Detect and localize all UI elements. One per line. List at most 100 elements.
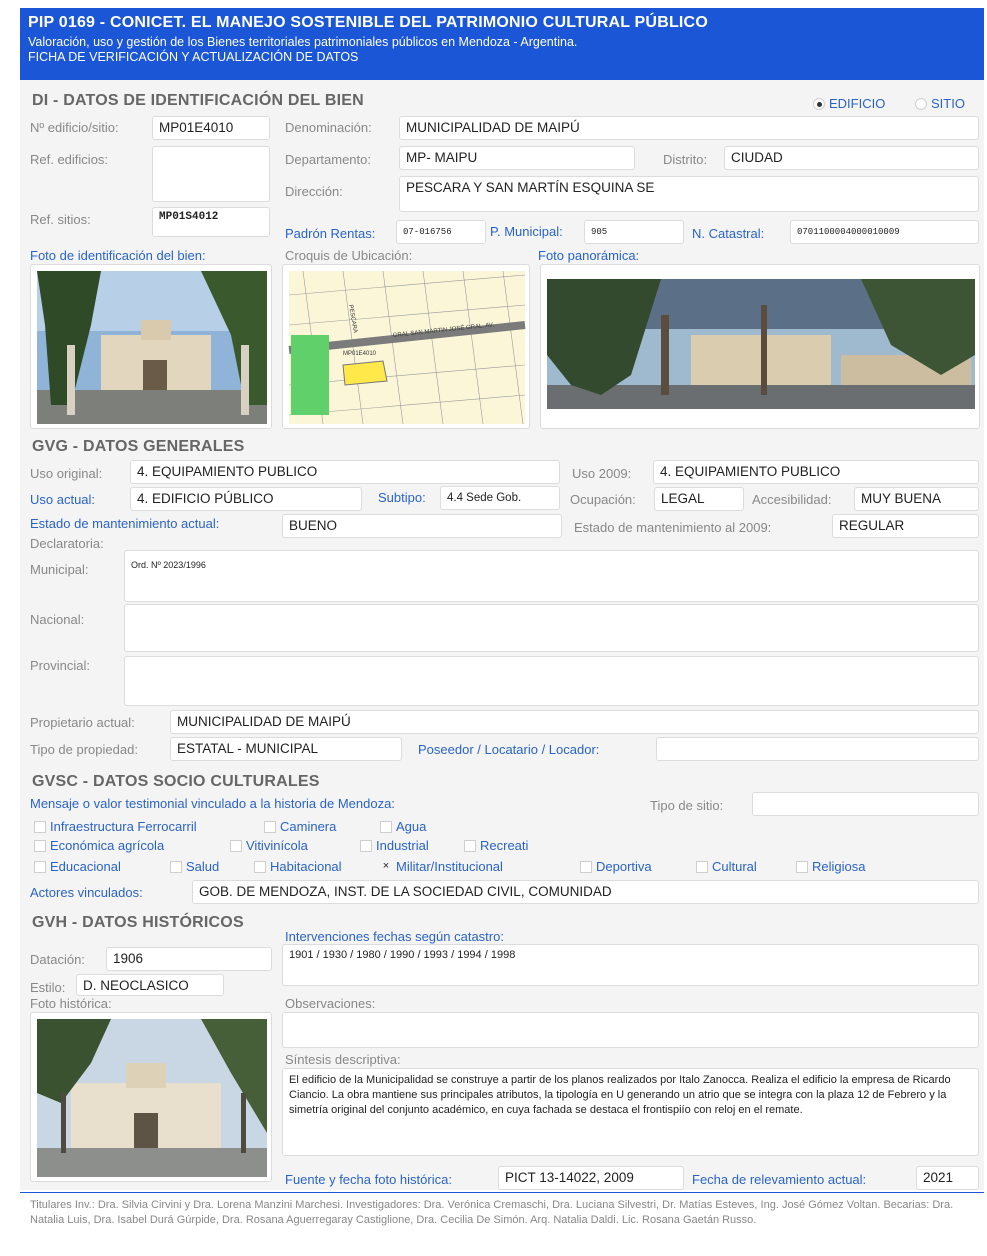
checkbox-box bbox=[580, 860, 592, 873]
checkbox-militar-institucional[interactable]: × Militar/Institucional bbox=[380, 859, 503, 874]
tipo-sitio-field[interactable] bbox=[752, 792, 979, 816]
intervenciones-field[interactable]: 1901 / 1930 / 1980 / 1990 / 1993 / 1994 … bbox=[282, 944, 979, 986]
checkbox-label: Salud bbox=[186, 859, 220, 874]
datacion-label: Datación: bbox=[30, 952, 85, 967]
radio-dot bbox=[915, 97, 927, 110]
uso-actual-field[interactable]: 4. EDIFICIO PÚBLICO bbox=[130, 487, 362, 511]
provincial-field[interactable] bbox=[124, 656, 979, 706]
observaciones-label: Observaciones: bbox=[285, 996, 376, 1011]
ocupacion-label: Ocupación: bbox=[570, 492, 636, 507]
fecha-relevamiento-field[interactable]: 2021 bbox=[916, 1166, 979, 1190]
checkbox-industrial[interactable]: Industrial bbox=[360, 838, 429, 853]
location-map-icon: MP01E4010 GRAL SAN MARTIN JOSÉ GRAL. AV.… bbox=[288, 270, 526, 425]
edificio-label: Nº edificio/sitio: bbox=[30, 120, 119, 135]
denominacion-field[interactable]: MUNICIPALIDAD DE MAIPÚ bbox=[399, 116, 979, 140]
checkbox-label: Infraestructura Ferrocarril bbox=[50, 819, 197, 834]
actores-label: Actores vinculados: bbox=[30, 885, 143, 900]
municipal-decl-field[interactable]: Ord. Nº 2023/1996 bbox=[124, 550, 979, 602]
municipal-decl-label: Municipal: bbox=[30, 562, 89, 577]
croquis-label: Croquis de Ubicación: bbox=[285, 248, 413, 263]
ocupacion-field[interactable]: LEGAL bbox=[654, 487, 744, 511]
checkbox-box bbox=[254, 860, 266, 873]
checkbox-religiosa[interactable]: Religiosa bbox=[796, 859, 865, 874]
checkbox-recreativa[interactable]: Recreati bbox=[464, 838, 528, 853]
datacion-field[interactable]: 1906 bbox=[106, 947, 272, 971]
estilo-label: Estilo: bbox=[30, 980, 66, 995]
checkbox-label: Agua bbox=[396, 819, 427, 834]
propietario-field[interactable]: MUNICIPALIDAD DE MAIPÚ bbox=[170, 710, 979, 734]
accesibilidad-label: Accesibilidad: bbox=[752, 492, 832, 507]
actores-field[interactable]: GOB. DE MENDOZA, INST. DE LA SOCIEDAD CI… bbox=[192, 880, 979, 904]
checkbox-box bbox=[34, 839, 46, 852]
fuente-field[interactable]: PICT 13-14022, 2009 bbox=[498, 1166, 684, 1190]
radio-edificio[interactable]: EDIFICIO bbox=[813, 96, 885, 111]
accesibilidad-field[interactable]: MUY BUENA bbox=[854, 487, 979, 511]
padron-field[interactable]: 07-016756 bbox=[396, 220, 486, 244]
declaratoria-label: Declaratoria: bbox=[30, 536, 104, 551]
form-title: PIP 0169 - CONICET. EL MANEJO SOSTENIBLE… bbox=[28, 14, 708, 31]
direccion-field[interactable]: PESCARA Y SAN MARTÍN ESQUINA SE bbox=[399, 176, 979, 212]
checkbox-deportiva[interactable]: Deportiva bbox=[580, 859, 652, 874]
historic-photo-icon bbox=[37, 1019, 267, 1177]
estado-2009-field[interactable]: REGULAR bbox=[832, 514, 979, 538]
propietario-label: Propietario actual: bbox=[30, 715, 135, 730]
distrito-field[interactable]: CIUDAD bbox=[724, 146, 979, 170]
checkbox-agua[interactable]: Agua bbox=[380, 819, 426, 834]
provincial-label: Provincial: bbox=[30, 658, 90, 673]
checkbox-checked-x-icon: × bbox=[382, 859, 390, 872]
tipo-sitio-label: Tipo de sitio: bbox=[650, 798, 724, 813]
checkbox-label: Educacional bbox=[50, 859, 121, 874]
uso-original-field[interactable]: 4. EQUIPAMIENTO PUBLICO bbox=[130, 460, 560, 484]
tipo-propiedad-label: Tipo de propiedad: bbox=[30, 742, 138, 757]
radio-sitio[interactable]: SITIO bbox=[915, 96, 965, 111]
section-title-gvg: GVG - DATOS GENERALES bbox=[32, 438, 245, 455]
departamento-field[interactable]: MP- MAIPU bbox=[399, 146, 635, 170]
checkbox-box bbox=[796, 860, 808, 873]
foto-historica-label: Foto histórica: bbox=[30, 996, 112, 1011]
checkbox-habitacional[interactable]: Habitacional bbox=[254, 859, 342, 874]
section-title-di: DI - DATOS DE IDENTIFICACIÓN DEL BIEN bbox=[32, 92, 364, 109]
checkbox-box bbox=[264, 820, 276, 833]
tipo-propiedad-field[interactable]: ESTATAL - MUNICIPAL bbox=[170, 737, 402, 761]
checkbox-label: Caminera bbox=[280, 819, 337, 834]
nacional-label: Nacional: bbox=[30, 612, 85, 627]
subtipo-field[interactable]: 4.4 Sede Gob. bbox=[440, 486, 560, 510]
uso-actual-label: Uso actual: bbox=[30, 492, 96, 507]
municipal-padron-field[interactable]: 905 bbox=[584, 220, 684, 244]
checkbox-box bbox=[34, 860, 46, 873]
radio-dot-selected bbox=[813, 97, 825, 110]
catastral-field[interactable]: 0701100004000010009 bbox=[790, 220, 979, 244]
checkbox-caminera[interactable]: Caminera bbox=[264, 819, 336, 834]
ref-edificios-label: Ref. edificios: bbox=[30, 152, 109, 167]
ref-sitios-label: Ref. sitios: bbox=[30, 212, 91, 227]
checkbox-educacional[interactable]: Educacional bbox=[34, 859, 121, 874]
poseedor-field[interactable] bbox=[656, 737, 979, 761]
checkbox-cultural[interactable]: Cultural bbox=[696, 859, 757, 874]
foto-panoramica bbox=[540, 264, 980, 429]
panorama-photo-icon bbox=[547, 279, 975, 409]
observaciones-field[interactable] bbox=[282, 1012, 979, 1048]
uso-2009-label: Uso 2009: bbox=[572, 466, 632, 481]
checkbox-vitivinicola[interactable]: Vitivinícola bbox=[230, 838, 308, 853]
ref-sitios-field[interactable]: MP01S4012 bbox=[152, 207, 270, 237]
footer-credits: Titulares Inv.: Dra. Silvia Cirvini y Dr… bbox=[20, 1192, 984, 1252]
denominacion-label: Denominación: bbox=[285, 120, 372, 135]
uso-2009-field[interactable]: 4. EQUIPAMIENTO PUBLICO bbox=[653, 460, 979, 484]
estilo-field[interactable]: D. NEOCLASICO bbox=[76, 974, 224, 996]
checkbox-label: Recreati bbox=[480, 838, 529, 853]
checkbox-economica-agricola[interactable]: Económica agrícola bbox=[34, 838, 164, 853]
checkbox-salud[interactable]: Salud bbox=[170, 859, 219, 874]
ref-edificios-field[interactable] bbox=[152, 146, 270, 202]
nacional-field[interactable] bbox=[124, 604, 979, 652]
checkbox-infraestructura-ferrocarril[interactable]: Infraestructura Ferrocarril bbox=[34, 819, 197, 834]
map-site-label: MP01E4010 bbox=[343, 351, 377, 357]
croquis-ubicacion-map: MP01E4010 GRAL SAN MARTIN JOSÉ GRAL. AV.… bbox=[282, 264, 530, 429]
checkbox-box bbox=[360, 839, 372, 852]
sintesis-field[interactable]: El edificio de la Municipalidad se const… bbox=[282, 1068, 979, 1156]
checkbox-label: Deportiva bbox=[596, 859, 652, 874]
estado-actual-field[interactable]: BUENO bbox=[282, 514, 562, 538]
checkbox-box bbox=[380, 820, 392, 833]
form-type-title: FICHA DE VERIFICACIÓN Y ACTUALIZACIÓN DE… bbox=[28, 50, 359, 64]
edificio-field[interactable]: MP01E4010 bbox=[152, 116, 270, 140]
radio-label: EDIFICIO bbox=[829, 96, 886, 111]
